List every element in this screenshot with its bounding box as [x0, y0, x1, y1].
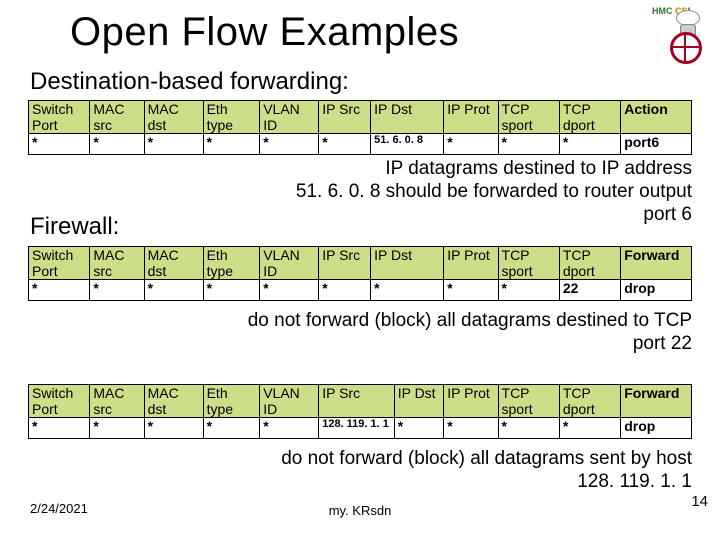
cell: * — [559, 418, 620, 439]
cell: * — [144, 134, 203, 155]
page-number: 14 — [691, 493, 708, 510]
col-ip-prot: IP Prot — [444, 101, 498, 134]
dest-forwarding-table: Switch Port MAC src MAC dst Eth type VLA… — [28, 100, 692, 155]
col-switch-port: Switch Port — [29, 247, 90, 280]
cell: * — [144, 280, 203, 301]
firewall-host-caption: do not forward (block) all datagrams sen… — [132, 448, 692, 494]
robot-logo: HMC CS! — [650, 6, 710, 66]
col-mac-src: MAC src — [90, 247, 144, 280]
cell: * — [371, 280, 444, 301]
cell: * — [260, 418, 319, 439]
cell-action: drop — [621, 280, 692, 301]
col-mac-dst: MAC dst — [144, 385, 203, 418]
firewall-port22-caption: do not forward (block) all datagrams des… — [112, 310, 692, 356]
col-ip-dst: IP Dst — [371, 247, 444, 280]
cell: * — [319, 280, 371, 301]
col-action: Action — [621, 101, 692, 134]
col-tcp-sport: TCP sport — [498, 247, 559, 280]
table-row: * * * * * 128. 119. 1. 1 * * * * drop — [29, 418, 692, 439]
cell-ip-src: 128. 119. 1. 1 — [319, 418, 395, 439]
cell: * — [90, 280, 144, 301]
col-mac-src: MAC src — [90, 101, 144, 134]
caption-line: do not forward (block) all datagrams sen… — [281, 448, 692, 469]
cell: * — [394, 418, 444, 439]
col-vlan-id: VLAN ID — [260, 101, 319, 134]
col-ip-dst: IP Dst — [394, 385, 444, 418]
col-tcp-dport: TCP dport — [559, 247, 620, 280]
cell: * — [498, 418, 559, 439]
cell: * — [319, 134, 371, 155]
cell-tcp-dport: 22 — [559, 280, 620, 301]
cell: * — [559, 134, 620, 155]
caption-line: port 6 — [643, 204, 692, 225]
cell: * — [203, 280, 260, 301]
caption-line: 51. 6. 0. 8 should be forwarded to route… — [296, 181, 692, 202]
cell: * — [260, 280, 319, 301]
col-mac-dst: MAC dst — [144, 101, 203, 134]
firewall-table-port22: Switch Port MAC src MAC dst Eth type VLA… — [28, 246, 692, 301]
col-vlan-id: VLAN ID — [260, 385, 319, 418]
cell: * — [203, 418, 260, 439]
col-tcp-sport: TCP sport — [498, 101, 559, 134]
cell-action: drop — [621, 418, 692, 439]
cell-ip-dst: 51. 6. 0. 8 — [371, 134, 444, 155]
cell: * — [29, 418, 90, 439]
col-ip-prot: IP Prot — [444, 247, 498, 280]
caption-line: port 22 — [633, 333, 692, 354]
cell: * — [444, 134, 498, 155]
col-eth-type: Eth type — [203, 101, 260, 134]
cell: * — [260, 134, 319, 155]
firewall-table-host: Switch Port MAC src MAC dst Eth type VLA… — [28, 384, 692, 439]
col-eth-type: Eth type — [203, 385, 260, 418]
cell: * — [203, 134, 260, 155]
cell: * — [144, 418, 203, 439]
col-tcp-dport: TCP dport — [559, 101, 620, 134]
caption-line: do not forward (block) all datagrams des… — [248, 310, 692, 331]
caption-line: IP datagrams destined to IP address — [385, 158, 692, 179]
col-ip-src: IP Src — [319, 101, 371, 134]
cell: * — [498, 134, 559, 155]
firewall-heading: Firewall: — [30, 213, 119, 241]
cell-action: port6 — [621, 134, 692, 155]
col-ip-src: IP Src — [319, 385, 395, 418]
col-mac-src: MAC src — [90, 385, 144, 418]
cell: * — [90, 418, 144, 439]
col-forward: Forward — [621, 385, 692, 418]
col-mac-dst: MAC dst — [144, 247, 203, 280]
cell: * — [29, 280, 90, 301]
col-switch-port: Switch Port — [29, 101, 90, 134]
table-row: * * * * * * 51. 6. 0. 8 * * * port6 — [29, 134, 692, 155]
cell: * — [498, 280, 559, 301]
footer-center: my. KRsdn — [0, 503, 720, 518]
cell: * — [444, 418, 498, 439]
col-tcp-sport: TCP sport — [498, 385, 559, 418]
caption-line: 128. 119. 1. 1 — [577, 471, 692, 492]
col-ip-src: IP Src — [319, 247, 371, 280]
slide-title: Open Flow Examples — [70, 10, 459, 55]
col-tcp-dport: TCP dport — [559, 385, 620, 418]
col-forward: Forward — [621, 247, 692, 280]
col-ip-dst: IP Dst — [371, 101, 444, 134]
table-row: * * * * * * * * * 22 drop — [29, 280, 692, 301]
cell: * — [90, 134, 144, 155]
cell: * — [29, 134, 90, 155]
col-switch-port: Switch Port — [29, 385, 90, 418]
col-eth-type: Eth type — [203, 247, 260, 280]
dest-forwarding-heading: Destination-based forwarding: — [30, 68, 349, 96]
slide: HMC CS! Open Flow Examples Destination-b… — [0, 0, 720, 540]
unicycle-wheel-icon — [670, 32, 702, 64]
col-ip-prot: IP Prot — [444, 385, 498, 418]
col-vlan-id: VLAN ID — [260, 247, 319, 280]
dest-forwarding-caption: IP datagrams destined to IP address 51. … — [192, 158, 692, 226]
cell: * — [444, 280, 498, 301]
